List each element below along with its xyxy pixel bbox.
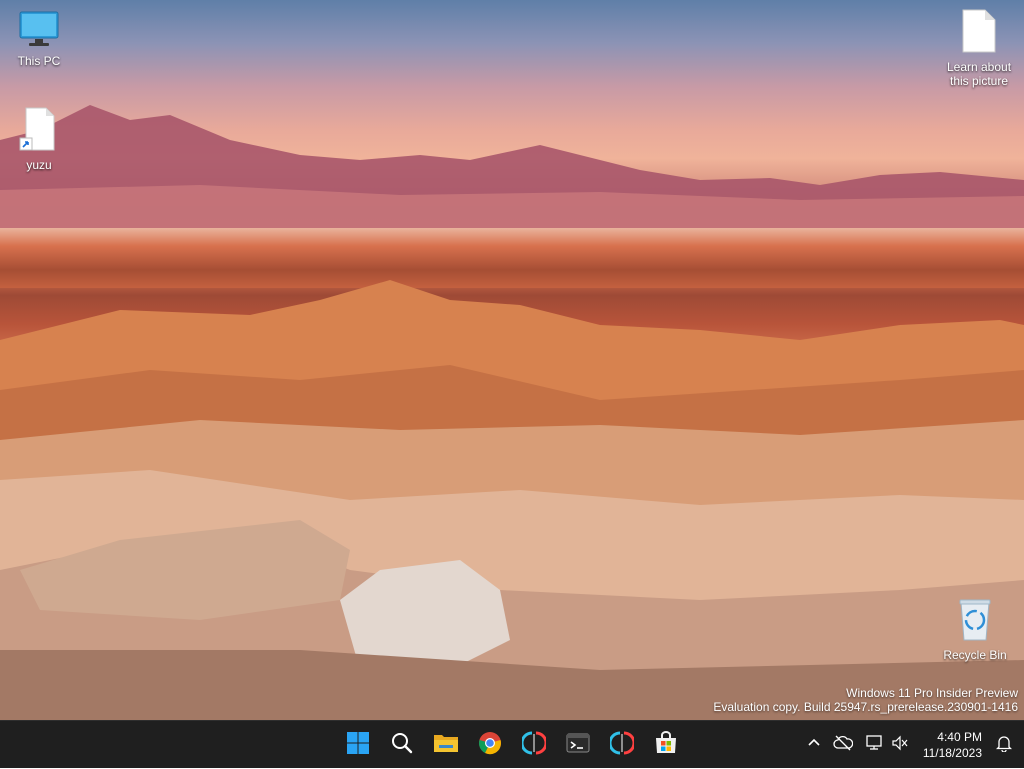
volume-button[interactable] (891, 725, 915, 765)
windows-logo-icon (346, 731, 370, 760)
recycle-bin-icon (939, 598, 1011, 645)
search-button[interactable] (382, 725, 422, 765)
file-icon (939, 8, 1019, 57)
taskbar: 4:40 PM 11/18/2023 (0, 720, 1024, 768)
notifications-button[interactable] (990, 725, 1024, 765)
cloud-offline-icon (833, 735, 854, 756)
folder-icon (433, 731, 459, 760)
network-button[interactable] (859, 725, 891, 765)
terminal-button[interactable] (558, 725, 598, 765)
onedrive-button[interactable] (827, 725, 859, 765)
chrome-icon (478, 731, 502, 760)
clock-date: 11/18/2023 (922, 746, 982, 760)
bell-icon (995, 734, 1013, 757)
wallpaper-badlands (0, 280, 1024, 720)
yuzu-button[interactable] (514, 725, 554, 765)
system-tray: 4:40 PM 11/18/2023 (801, 721, 1024, 769)
chrome-button[interactable] (470, 725, 510, 765)
show-hidden-icons-button[interactable] (801, 725, 827, 765)
yuzu-button-2[interactable] (602, 725, 642, 765)
desktop-icon-label: Learn about this picture (946, 60, 1012, 88)
yuzu-icon (608, 731, 636, 760)
windows-watermark: Windows 11 Pro Insider Preview Evaluatio… (713, 686, 1018, 714)
desktop: This PC yuzu Learn about this picture Re… (0, 0, 1024, 720)
desktop-icon-this-pc[interactable]: This PC (3, 10, 75, 68)
wallpaper-mountains (0, 105, 1024, 240)
file-explorer-button[interactable] (426, 725, 466, 765)
monitor-icon (3, 10, 75, 51)
clock-time: 4:40 PM (937, 730, 982, 744)
desktop-icon-label: This PC (17, 54, 61, 68)
desktop-icon-learn-about-picture[interactable]: Learn about this picture (939, 8, 1019, 88)
shortcut-file-icon (3, 106, 75, 155)
watermark-line-1: Windows 11 Pro Insider Preview (846, 686, 1018, 700)
desktop-icon-label: yuzu (26, 158, 52, 172)
yuzu-icon (520, 731, 548, 760)
start-button[interactable] (338, 725, 378, 765)
watermark-line-2: Evaluation copy. Build 25947.rs_prerelea… (713, 700, 1018, 714)
network-icon (865, 734, 885, 757)
terminal-icon (566, 731, 590, 760)
store-icon (654, 730, 678, 760)
microsoft-store-button[interactable] (646, 725, 686, 765)
chevron-up-icon (807, 736, 821, 755)
clock[interactable]: 4:40 PM 11/18/2023 (915, 725, 990, 765)
volume-muted-icon (891, 734, 909, 757)
desktop-icon-recycle-bin[interactable]: Recycle Bin (939, 598, 1011, 662)
desktop-icon-label: Recycle Bin (943, 648, 1007, 662)
taskbar-apps (338, 725, 686, 765)
desktop-icon-yuzu[interactable]: yuzu (3, 106, 75, 172)
search-icon (390, 731, 414, 760)
